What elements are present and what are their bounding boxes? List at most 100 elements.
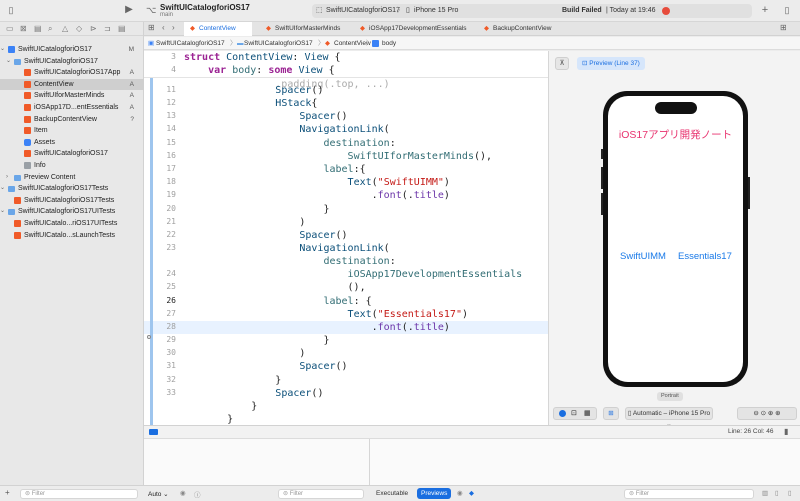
related-items-icon[interactable]: ⊞ bbox=[148, 23, 155, 32]
property-icon bbox=[372, 40, 379, 47]
zoom-fit-icon[interactable]: ⊕ bbox=[768, 410, 773, 417]
error-icon[interactable] bbox=[662, 7, 670, 15]
swiftuimm-link[interactable]: SwiftUIMM bbox=[620, 251, 666, 262]
split-icon[interactable]: ▮ bbox=[784, 427, 788, 436]
breakpoint-marker-icon[interactable] bbox=[147, 335, 151, 339]
breakpoint-icon[interactable]: ⊐ bbox=[104, 24, 111, 33]
run-icon[interactable]: ▶ bbox=[124, 5, 134, 15]
navigator-filter-input[interactable]: ⊜ Filter bbox=[20, 489, 138, 499]
variants-icon[interactable]: ▦ bbox=[584, 408, 591, 419]
back-icon[interactable]: ‹ bbox=[162, 23, 165, 32]
sidebar-toggle-icon[interactable]: ▯ bbox=[6, 5, 16, 15]
trash-icon[interactable]: ▥ bbox=[762, 489, 768, 497]
split-editor-icon[interactable]: ⊞ bbox=[780, 23, 787, 32]
filter-icon: ⊜ bbox=[629, 491, 636, 497]
navigator-item[interactable]: iOSApp17D...entEssentials A bbox=[0, 102, 144, 114]
line-number: 12 bbox=[166, 98, 176, 107]
breadcrumb-symbol[interactable]: body bbox=[382, 37, 396, 50]
code-line: destination: bbox=[323, 256, 396, 267]
debug-icon[interactable]: ⊳ bbox=[90, 24, 97, 33]
eye-icon[interactable]: ◉ bbox=[180, 489, 186, 497]
tab-iosapp17developmentessentials[interactable]: ◆ iOSApp17DevelopmentEssentials bbox=[358, 22, 472, 36]
navigator-item[interactable]: ContentView A bbox=[0, 78, 144, 91]
code-line: ) bbox=[191, 348, 306, 359]
scm-status-badge: A bbox=[129, 80, 134, 88]
test-icon[interactable]: ◇ bbox=[76, 24, 82, 33]
folder-icon[interactable]: ▭ bbox=[6, 24, 14, 33]
zoom-reset-icon[interactable]: ⊙ bbox=[761, 410, 766, 417]
navigator-item[interactable]: SwiftUICatalogforiOS17Tests bbox=[0, 195, 144, 207]
code-line: } bbox=[191, 204, 330, 215]
chevron-down-icon[interactable]: ⌄ bbox=[0, 206, 5, 218]
zoom-in-icon[interactable]: ⊕ bbox=[775, 410, 780, 417]
chevron-down-icon[interactable]: ⌄ bbox=[0, 183, 5, 195]
symbol-icon[interactable]: ▤ bbox=[34, 24, 42, 33]
console-filter-input[interactable]: ⊜ Filter bbox=[624, 489, 754, 499]
source-editor[interactable]: 11 12 13 14 15 16 17 18 19 20 21 22 23 24 25 26 27 28 29 30… bbox=[144, 51, 548, 425]
chevron-right-icon[interactable]: › bbox=[6, 172, 8, 184]
code-line: HStack{ bbox=[275, 98, 318, 109]
swift-file-icon: ◆ bbox=[266, 25, 271, 32]
info-icon[interactable]: ⓘ bbox=[194, 489, 201, 499]
navigator-item[interactable]: Assets bbox=[0, 137, 144, 149]
chevron-down-icon[interactable]: ⌄ bbox=[0, 44, 5, 56]
navigator-item[interactable]: SwiftUICatalo...riOS17UITests bbox=[0, 218, 144, 230]
code-line: struct ContentView: View { bbox=[184, 52, 341, 63]
split-console-icon[interactable]: ▯ bbox=[775, 489, 779, 497]
navigator-item-label: SwiftUICatalogforiOS17 bbox=[34, 150, 108, 158]
code-text[interactable]: .padding(.top, ...) Spacer() HStack{ Spa… bbox=[191, 51, 548, 425]
navigator-item[interactable]: SwiftUICatalo...sLaunchTests bbox=[0, 230, 144, 242]
navigator-item[interactable]: ⌄ SwiftUICatalogforiOS17Tests bbox=[0, 183, 144, 195]
essentials17-link[interactable]: Essentials17 bbox=[678, 251, 732, 262]
device-menu[interactable]: ▯ Automatic – iPhone 15 Pro ⌄ bbox=[625, 407, 713, 428]
scheme-selector[interactable]: SwiftUICatalogforiOS17 bbox=[326, 4, 400, 18]
swift-file-icon: ◆ bbox=[190, 25, 195, 32]
live-mode-icon[interactable] bbox=[559, 410, 566, 417]
device-settings-icon[interactable]: ⊞ bbox=[603, 407, 619, 420]
forward-icon[interactable]: › bbox=[172, 23, 175, 32]
navigator-item[interactable]: ⌄ SwiftUICatalogforiOS17 bbox=[0, 56, 144, 68]
previews-tab[interactable]: Previews bbox=[417, 488, 452, 499]
find-icon[interactable]: ⌕ bbox=[48, 24, 52, 34]
navigator-item[interactable]: ⌄ SwiftUICatalogforiOS17 M bbox=[0, 44, 144, 56]
report-icon[interactable]: ▤ bbox=[118, 24, 126, 33]
eye-icon[interactable]: ◉ bbox=[457, 489, 463, 497]
phone-side-button bbox=[601, 167, 603, 189]
pin-icon[interactable]: ⊼ bbox=[555, 57, 569, 70]
breadcrumb-project[interactable]: SwiftUICatalogforiOS17 bbox=[156, 37, 225, 50]
navigator-item[interactable]: › Preview Content bbox=[0, 172, 144, 184]
code-line: } bbox=[191, 335, 330, 346]
preview-button[interactable]: ⊡ Preview (Line 37) bbox=[577, 57, 645, 70]
tab-swiftuiformasterminds[interactable]: ◆ SwiftUIforMasterMinds bbox=[262, 22, 354, 36]
pin-icon[interactable]: ◆ bbox=[469, 489, 474, 497]
navigator-item[interactable]: SwiftUICatalogforiOS17App A bbox=[0, 67, 144, 79]
swift-file-icon: ◆ bbox=[484, 25, 489, 32]
destination-selector[interactable]: iPhone 15 Pro bbox=[414, 4, 458, 18]
split-console-icon[interactable]: ▯ bbox=[788, 489, 792, 497]
add-icon[interactable]: + bbox=[760, 5, 770, 16]
navigator-item[interactable]: SwiftUIforMasterMinds A bbox=[0, 90, 144, 102]
breadcrumb: ▣ SwiftUICatalogforiOS17 〉 ▬ SwiftUICata… bbox=[144, 37, 800, 50]
variables-filter-input[interactable]: ⊜ Filter bbox=[278, 489, 364, 499]
breadcrumb-folder[interactable]: SwiftUICatalogforiOS17 bbox=[244, 37, 313, 50]
navigator-item[interactable]: SwiftUICatalogforiOS17 bbox=[0, 148, 144, 160]
tab-backupcontentview[interactable]: ◆ BackupContentView bbox=[482, 22, 562, 36]
executable-tab[interactable]: Executable bbox=[376, 490, 408, 497]
zoom-out-icon[interactable]: ⊖ bbox=[753, 410, 758, 417]
chevron-right-icon: 〉 bbox=[397, 7, 404, 14]
inspector-toggle-icon[interactable]: ▯ bbox=[782, 5, 792, 15]
navigator-item[interactable]: Item bbox=[0, 125, 144, 137]
add-file-icon[interactable]: + bbox=[5, 488, 10, 497]
selectable-mode-icon[interactable]: ⊡ bbox=[571, 408, 577, 419]
navigator-item[interactable]: ⌄ SwiftUICatalogforiOS17UITests bbox=[0, 206, 144, 218]
auto-menu[interactable]: Auto ⌄ bbox=[148, 490, 169, 498]
tab-contentview[interactable]: ◆ ContentView bbox=[184, 22, 252, 36]
navigator-item[interactable]: BackupContentView? bbox=[0, 114, 144, 126]
chevron-down-icon[interactable]: ⌄ bbox=[6, 56, 11, 68]
navigator-item[interactable]: Info bbox=[0, 160, 144, 172]
hide-debug-area-icon[interactable] bbox=[149, 429, 158, 435]
project-icon: ▣ bbox=[148, 40, 155, 47]
source-control-icon[interactable]: ⊠ bbox=[20, 24, 27, 33]
issue-icon[interactable]: △ bbox=[62, 24, 68, 33]
line-number: 25 bbox=[166, 282, 176, 291]
